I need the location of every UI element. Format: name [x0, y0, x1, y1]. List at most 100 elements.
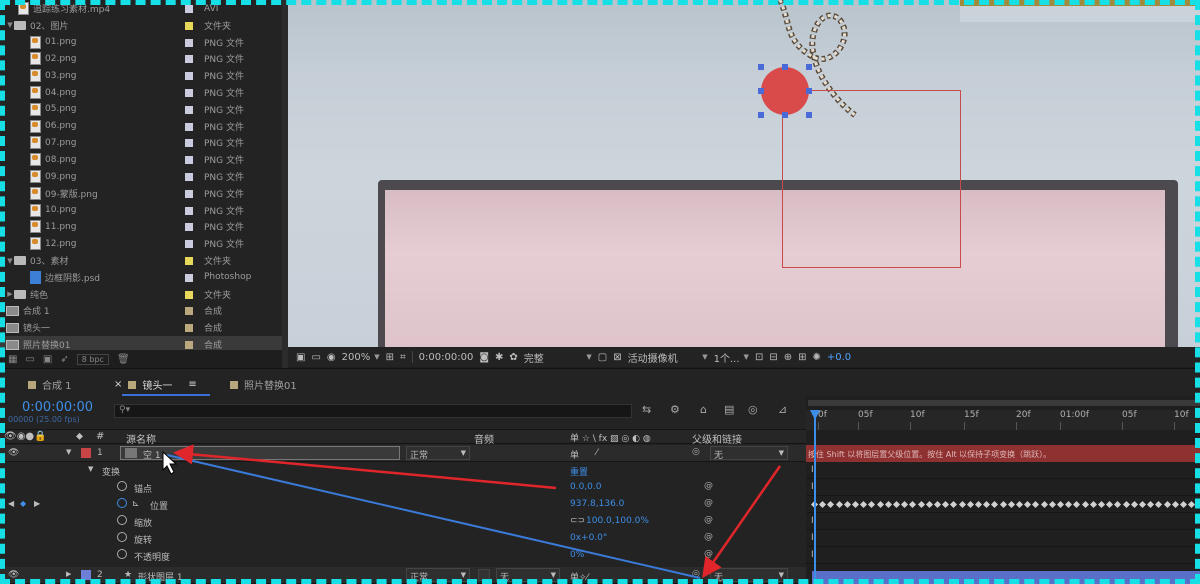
exposure-icon[interactable]: ✺ [813, 352, 821, 363]
keyframe-diamond[interactable] [1015, 500, 1024, 509]
new-folder-icon[interactable]: ▭ [25, 354, 34, 365]
keyframe-diamond[interactable] [876, 500, 884, 509]
transform-handle[interactable] [758, 88, 764, 94]
transparency-grid-icon[interactable]: ⊠ [613, 352, 621, 363]
keyframe-diamond[interactable] [1073, 500, 1081, 509]
graph-editor-icon[interactable]: ⊿ [778, 403, 787, 416]
keyframe-diamond[interactable] [958, 500, 966, 509]
keyframe-diamond[interactable] [1024, 500, 1032, 509]
track-row-position[interactable] [806, 496, 1200, 513]
layer-name[interactable]: 形状图层 1 [138, 570, 183, 583]
expression-pick-whip-icon[interactable]: @ [704, 515, 713, 525]
project-item[interactable]: 06.png PNG 文件 [0, 118, 282, 135]
keyframe-diamond[interactable] [974, 500, 983, 509]
keyframe-diamond[interactable] [1147, 500, 1155, 509]
work-area-bar[interactable] [808, 400, 1200, 406]
property-value[interactable]: 0.0,0.0 [570, 482, 602, 492]
monitor-icon[interactable]: ▭ [311, 352, 320, 363]
roi-icon[interactable]: ▢ [598, 352, 607, 363]
pick-whip-icon[interactable]: ◎ [692, 447, 700, 457]
project-item[interactable]: 12.png PNG 文件 [0, 235, 282, 252]
close-icon[interactable]: × [114, 379, 122, 390]
keyframe-diamond[interactable] [1188, 500, 1196, 509]
transform-group-row[interactable]: ▼ 变换 重置 [0, 462, 806, 479]
label-color-swatch[interactable] [185, 156, 193, 165]
constrain-proportions-icon[interactable]: ⊂⊃ [570, 516, 585, 526]
color-channel-icon[interactable]: ✿ [509, 352, 517, 363]
shape-layer-duration-bar[interactable] [812, 571, 1200, 584]
label-color-swatch[interactable] [185, 273, 193, 282]
keyframe-diamond[interactable] [983, 500, 991, 509]
motion-blur-icon[interactable]: ◎ [748, 403, 758, 416]
toggle-pixel-icon[interactable]: ⊡ [755, 352, 763, 363]
camera-snapshot-icon[interactable]: ◙ [479, 352, 489, 363]
keyframe-diamond[interactable] [1032, 500, 1040, 509]
keyframe-diamond[interactable] [1007, 500, 1015, 509]
transform-handle[interactable] [758, 112, 764, 118]
new-comp-icon[interactable]: ▣ [43, 354, 52, 365]
safe-margins-icon[interactable]: ⊞ [386, 352, 394, 363]
label-color-swatch[interactable] [185, 5, 193, 13]
keyframe-diamond[interactable] [1114, 500, 1122, 509]
keyframe-diamond[interactable] [991, 500, 999, 509]
property-value[interactable]: 0% [570, 550, 584, 560]
keyframe-diamond[interactable] [884, 500, 892, 509]
project-item[interactable]: 合成 1 合成 [0, 302, 282, 319]
trash-icon[interactable]: 🗑 [117, 354, 130, 365]
project-item[interactable]: 10.png PNG 文件 [0, 202, 282, 219]
keyframe-diamond[interactable] [827, 500, 835, 509]
label-color-swatch[interactable] [185, 89, 193, 97]
tab-comp-1[interactable]: 合成 1 [28, 377, 72, 392]
label-color-swatch[interactable] [185, 72, 193, 81]
stopwatch-icon[interactable] [117, 532, 127, 542]
keyframe-diamond[interactable] [1179, 500, 1188, 509]
keyframe-diamond[interactable] [942, 500, 950, 509]
keyframe-diamond[interactable] [1130, 500, 1138, 509]
interpret-footage-icon[interactable]: ▦ [8, 354, 17, 365]
eye-icon[interactable]: 👁 [8, 448, 19, 458]
project-item[interactable]: 01.png PNG 文件 [0, 34, 282, 51]
stopwatch-icon[interactable] [117, 515, 127, 525]
fast-preview-icon[interactable]: ⊞ [798, 352, 806, 363]
project-item[interactable]: 02.png PNG 文件 [0, 50, 282, 67]
keyframe-diamond[interactable] [1081, 500, 1089, 509]
keyframe-diamond[interactable] [917, 500, 925, 509]
chevron-down-icon[interactable]: ▼ [6, 257, 14, 265]
keyframe-diamond[interactable] [1155, 500, 1163, 509]
menu-icon[interactable]: ≡ [188, 379, 196, 390]
keyframe-diamond[interactable] [851, 500, 860, 509]
keyframe-diamond[interactable] [925, 500, 933, 509]
chevron-down-icon[interactable]: ▼ [66, 448, 71, 456]
layer-color-label[interactable] [81, 570, 91, 580]
graph-icon[interactable]: ⊾ [132, 499, 140, 509]
keyframe-nav-icon[interactable]: ▶ [34, 499, 40, 508]
draft-3d-icon[interactable]: ⊟ [769, 352, 777, 363]
keyframe-diamond[interactable] [1065, 500, 1073, 509]
transform-handle[interactable] [806, 64, 812, 70]
label-color-swatch[interactable] [185, 122, 193, 131]
keyframe-diamond[interactable] [819, 500, 827, 509]
keyframe-diamond[interactable] [901, 500, 909, 509]
keyframe-diamond[interactable] [1048, 500, 1056, 509]
transform-handle[interactable] [782, 64, 788, 70]
region-icon[interactable]: ⌗ [400, 352, 406, 363]
keyframe-diamond[interactable] [933, 500, 942, 509]
keyframe-diamond[interactable] [1122, 500, 1130, 509]
label-color-swatch[interactable] [185, 240, 193, 249]
label-color-swatch[interactable] [185, 55, 193, 64]
property-row-rotation[interactable]: 旋转 0x+0.0° @ [0, 530, 806, 547]
label-color-swatch[interactable] [185, 341, 193, 349]
keyframe-diamond[interactable] [1089, 500, 1097, 509]
property-row-opacity[interactable]: 不透明度 0% @ [0, 547, 806, 564]
zoom-dropdown[interactable]: 200% ▼ [342, 352, 380, 363]
keyframe-diamond[interactable] [999, 500, 1007, 509]
layer-search-input[interactable]: ⚲▾ [114, 404, 632, 418]
keyframe-diamond[interactable] [892, 500, 901, 509]
project-item[interactable]: 11.png PNG 文件 [0, 218, 282, 235]
quality-switch-icon[interactable]: ⁄ [596, 448, 598, 458]
label-color-swatch[interactable] [185, 38, 193, 47]
frame-blending-icon[interactable]: ▤ [724, 403, 734, 416]
flowchart-icon[interactable]: ⊕ [784, 352, 792, 363]
project-item[interactable]: 09.png PNG 文件 [0, 168, 282, 185]
property-value[interactable]: 0x+0.0° [570, 533, 607, 543]
